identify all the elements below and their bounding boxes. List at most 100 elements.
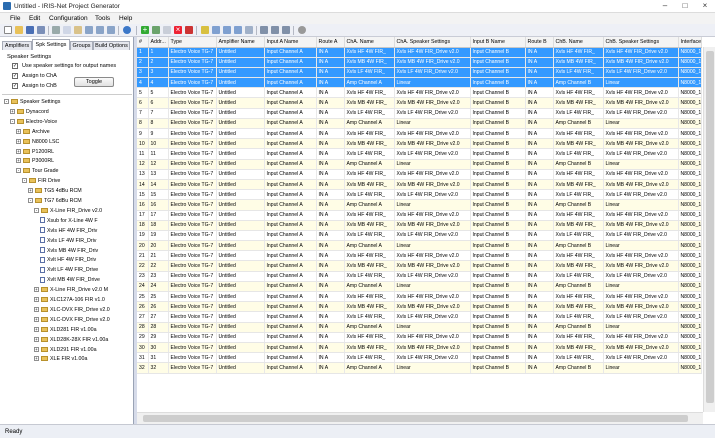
cell-num[interactable]: 28 (137, 322, 149, 333)
cell-routeA[interactable]: IN A (316, 57, 345, 68)
cell-spkA[interactable]: Linear (394, 77, 471, 89)
cell-addr[interactable]: 18 (148, 220, 169, 231)
cell-routeB[interactable]: IN A (525, 250, 554, 262)
cell-spkB[interactable]: Linear (603, 281, 679, 293)
cell-num[interactable]: 1 (137, 47, 149, 58)
cell-num[interactable]: 10 (137, 138, 149, 150)
cell-spkA[interactable]: Xvls HF 4W FIR_Drive v2.0 (394, 47, 471, 58)
expand-icon[interactable]: + (16, 158, 21, 164)
cell-type[interactable]: Electro Voice TG-7 (168, 199, 217, 211)
table-row[interactable]: 28 28 Electro Voice TG-7 Untitled Input Chan… (137, 322, 702, 333)
tree-node[interactable]: - TG7 6dBu RCM (28, 197, 82, 205)
cell-spkA[interactable]: Linear (394, 118, 471, 130)
cell-routeA[interactable]: IN A (316, 291, 345, 303)
tree-node[interactable]: + P1200RL (16, 148, 54, 156)
cell-spkA[interactable]: Xvls LF 4W FIR_Drive v2.0 (394, 230, 471, 242)
cell-routeA[interactable]: IN A (316, 311, 345, 323)
new-icon[interactable] (4, 26, 12, 34)
collapse-icon[interactable]: - (16, 168, 21, 174)
cell-iface[interactable]: N8000_1 (678, 260, 702, 272)
cell-amp[interactable]: Untitled (216, 332, 265, 343)
cell-inA[interactable]: Input Channel A (264, 322, 317, 333)
cell-inA[interactable]: Input Channel A (264, 87, 317, 99)
cell-spkB[interactable]: Xvls LF 4W FIR_Drive v2.0 (603, 189, 679, 201)
cell-routeA[interactable]: IN A (316, 240, 345, 252)
table-row[interactable]: 9 9 Electro Voice TG-7 Untitled Input Channe… (137, 128, 702, 140)
cell-num[interactable]: 4 (137, 77, 149, 89)
save-all-icon[interactable] (37, 26, 45, 34)
cell-routeB[interactable]: IN A (525, 118, 554, 130)
cell-inA[interactable]: Input Channel A (264, 108, 317, 119)
cell-chB[interactable]: Xvls MB 4W FIR_ (553, 342, 604, 354)
cell-iface[interactable]: N8000_1 (678, 128, 702, 140)
cell-type[interactable]: Electro Voice TG-7 (168, 118, 217, 130)
move-left-icon[interactable] (260, 26, 268, 34)
cell-routeA[interactable]: IN A (316, 87, 345, 99)
expand-icon[interactable]: + (16, 148, 21, 154)
cell-chB[interactable]: Amp Channel B (553, 199, 604, 211)
cell-iface[interactable]: N8000_1 (678, 311, 702, 323)
cell-amp[interactable]: Untitled (216, 362, 265, 374)
cell-inB[interactable]: Input Channel B (470, 311, 526, 323)
cell-chA[interactable]: Amp Channel A (344, 118, 395, 130)
menu-tools[interactable]: Tools (95, 15, 110, 22)
cell-chA[interactable]: Xvls MB 4W FIR_ (344, 301, 395, 313)
table-row[interactable]: 27 27 Electro Voice TG-7 Untitled Input Chan… (137, 311, 702, 323)
cell-routeA[interactable]: IN A (316, 332, 345, 343)
cell-inA[interactable]: Input Channel A (264, 281, 317, 293)
cell-inA[interactable]: Input Channel A (264, 210, 317, 221)
cell-chA[interactable]: Xvls LF 4W FIR_ (344, 148, 395, 160)
cell-spkB[interactable]: Linear (603, 322, 679, 333)
collapse-icon[interactable]: - (10, 118, 15, 124)
layout-icon[interactable] (107, 26, 115, 34)
menu-edit[interactable]: Edit (29, 15, 40, 22)
cell-spkB[interactable]: Xvls LF 4W FIR_Drive v2.0 (603, 148, 679, 160)
cell-num[interactable]: 6 (137, 97, 149, 109)
vertical-scroll-thumb[interactable] (706, 51, 714, 403)
cell-amp[interactable]: Untitled (216, 138, 265, 150)
table-row[interactable]: 29 29 Electro Voice TG-7 Untitled Input Chan… (137, 332, 702, 343)
cell-num[interactable]: 26 (137, 301, 149, 313)
cell-chB[interactable]: Xvls MB 4W FIR_ (553, 179, 604, 191)
cell-iface[interactable]: N8000_1 (678, 332, 702, 343)
cell-spkB[interactable]: Xvls MB 4W FIR_Drive v2.0 (603, 179, 679, 191)
expand-icon[interactable]: + (34, 316, 39, 322)
cell-routeA[interactable]: IN A (316, 322, 345, 333)
close-button[interactable]: × (695, 0, 715, 12)
cell-spkA[interactable]: Xvls LF 4W FIR_Drive v2.0 (394, 189, 471, 201)
cell-iface[interactable]: N8000_1 (678, 159, 702, 170)
cell-spkA[interactable]: Xvls LF 4W FIR_Drive v2.0 (394, 67, 471, 79)
remove-icon[interactable] (185, 26, 193, 34)
cell-inA[interactable]: Input Channel A (264, 97, 317, 109)
cell-chB[interactable]: Xvls MB 4W FIR_ (553, 97, 604, 109)
cell-addr[interactable]: 25 (148, 291, 169, 303)
cell-chA[interactable]: Xvls HF 4W FIR_ (344, 210, 395, 221)
tab-amplifiers[interactable]: Amplifiers (2, 41, 32, 50)
tree-node[interactable]: - FIR Drive (22, 177, 60, 185)
cell-chA[interactable]: Amp Channel A (344, 281, 395, 293)
cell-spkB[interactable]: Xvls LF 4W FIR_Drive v2.0 (603, 108, 679, 119)
cell-inB[interactable]: Input Channel B (470, 97, 526, 109)
cell-inB[interactable]: Input Channel B (470, 148, 526, 160)
cell-spkA[interactable]: Linear (394, 199, 471, 211)
cell-spkB[interactable]: Xvls LF 4W FIR_Drive v2.0 (603, 352, 679, 364)
cell-spkA[interactable]: Xvls MB 4W FIR_Drive v2.0 (394, 97, 471, 109)
cell-chB[interactable]: Amp Channel B (553, 362, 604, 374)
cell-chA[interactable]: Xvls LF 4W FIR_ (344, 67, 395, 79)
expand-icon[interactable]: + (28, 188, 33, 194)
tree-node[interactable]: Xvlt MB 4W FIR_Drive (40, 276, 100, 284)
cell-routeB[interactable]: IN A (525, 97, 554, 109)
column-header[interactable]: # (137, 37, 149, 48)
cell-type[interactable]: Electro Voice TG-7 (168, 67, 217, 79)
cell-type[interactable]: Electro Voice TG-7 (168, 57, 217, 68)
cell-chB[interactable]: Xvls HF 4W FIR_ (553, 87, 604, 99)
table-row[interactable]: 13 13 Electro Voice TG-7 Untitled Input Chan… (137, 169, 702, 180)
table-row[interactable]: 4 4 Electro Voice TG-7 Untitled Input Channe… (137, 77, 702, 89)
cell-addr[interactable]: 20 (148, 240, 169, 252)
column-header[interactable]: Amplifier Name (216, 37, 265, 48)
cell-routeA[interactable]: IN A (316, 352, 345, 364)
tree-node[interactable]: + Dynacord (10, 108, 49, 116)
cell-chA[interactable]: Amp Channel A (344, 362, 395, 374)
table-row[interactable]: 30 30 Electro Voice TG-7 Untitled Input Chan… (137, 342, 702, 354)
cell-addr[interactable]: 1 (148, 47, 169, 58)
